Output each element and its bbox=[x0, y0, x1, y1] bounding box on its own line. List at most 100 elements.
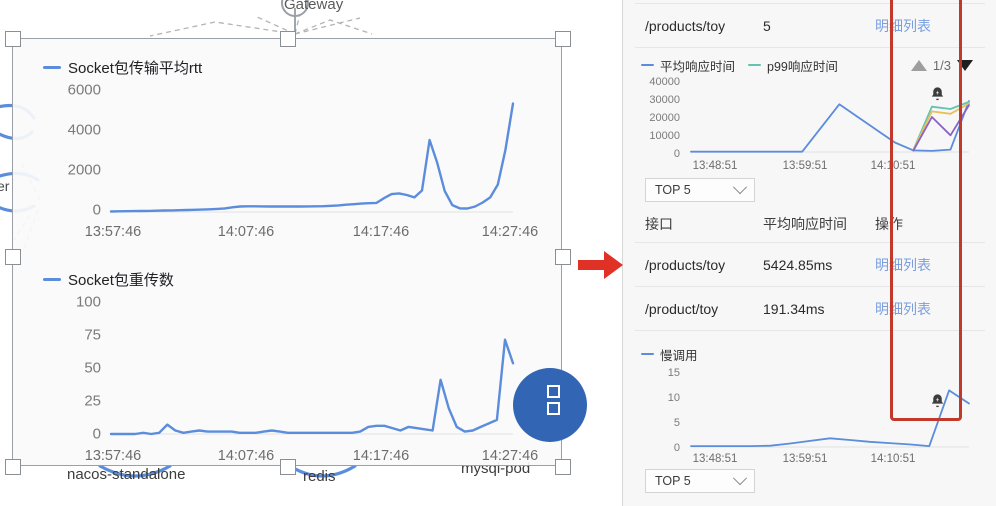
cell-value: 191.34ms bbox=[763, 300, 825, 317]
bell-alarm-icon[interactable] bbox=[929, 86, 946, 103]
avg-table-header: 接口 平均响应时间 操作 bbox=[623, 206, 996, 242]
metrics-panel-content: /products/toy 5 明细列表 平均响应时间 p99响应时间 1/3 … bbox=[623, 0, 996, 506]
detail-list-link[interactable]: 明细列表 bbox=[875, 299, 985, 319]
resize-handle-bottom-center[interactable] bbox=[280, 459, 296, 475]
y-tick: 4000 bbox=[67, 121, 101, 139]
triangle-up-icon[interactable] bbox=[910, 59, 927, 71]
detail-list-link[interactable]: 明细列表 bbox=[875, 16, 985, 36]
avg-top-selector[interactable]: TOP 5 bbox=[645, 178, 755, 202]
y-tick: 15 bbox=[667, 367, 680, 379]
y-tick: 0 bbox=[673, 148, 680, 160]
legend-line-icon bbox=[641, 352, 654, 356]
x-tick: 14:10:51 bbox=[870, 453, 916, 465]
slow-top-selector[interactable]: TOP 5 bbox=[645, 469, 755, 493]
chart-socket-retrans-xaxis: 13:57:46 14:07:46 14:17:46 14:27:46 bbox=[85, 448, 538, 468]
triangle-down-icon[interactable] bbox=[957, 59, 973, 71]
detail-list-link[interactable]: 明细列表 bbox=[875, 255, 985, 275]
chart-pager[interactable]: 1/3 bbox=[910, 57, 987, 73]
chart-slow-calls[interactable]: 慢调用 15 10 5 0 13:48:51 13:59:51 14:10:51 bbox=[623, 337, 996, 465]
chart-socket-retrans-legend: Socket包重传数 bbox=[43, 269, 561, 290]
legend-item-avg[interactable]: 平均响应时间 bbox=[641, 56, 735, 75]
chart-socket-rtt[interactable]: Socket包传输平均rtt 6000 4000 2000 0 13:57:46… bbox=[13, 57, 561, 252]
topology-canvas[interactable]: Gateway er nacos-standalone redis mysql-… bbox=[0, 0, 622, 506]
y-tick: 50 bbox=[84, 359, 101, 377]
resize-handle-top-center[interactable] bbox=[280, 31, 296, 47]
chart-socket-retrans-yaxis: 100 75 50 25 0 bbox=[35, 293, 101, 443]
y-tick: 10000 bbox=[649, 130, 680, 142]
x-tick: 14:27:46 bbox=[481, 224, 539, 240]
column-header-action: 操作 bbox=[875, 216, 903, 232]
chart-avg-response-time-header: 平均响应时间 p99响应时间 1/3 bbox=[623, 48, 996, 76]
chart-socket-retrans[interactable]: Socket包重传数 100 75 50 25 0 13:57:46 14:07… bbox=[13, 269, 561, 469]
cell-value: 5 bbox=[763, 17, 771, 34]
chart-slow-xaxis: 13:48:51 13:59:51 14:10:51 bbox=[685, 453, 979, 469]
selected-chart-group[interactable]: Socket包传输平均rtt 6000 4000 2000 0 13:57:46… bbox=[5, 31, 571, 475]
chart-avg-yaxis: 40000 30000 20000 10000 0 bbox=[623, 76, 680, 160]
cell-interface: /products/toy bbox=[645, 17, 726, 34]
chart-socket-rtt-title: Socket包传输平均rtt bbox=[68, 60, 203, 77]
resize-handle-bottom-right[interactable] bbox=[555, 459, 571, 475]
column-header-interface: 接口 bbox=[645, 216, 673, 232]
legend-item-slow[interactable]: 慢调用 bbox=[641, 345, 698, 364]
bell-alarm-icon[interactable] bbox=[929, 393, 946, 410]
chart-slow-calls-header: 慢调用 bbox=[623, 337, 996, 365]
table-row[interactable]: /products/toy 5424.85ms 明细列表 bbox=[623, 243, 996, 286]
chart-socket-rtt-legend: Socket包传输平均rtt bbox=[43, 57, 561, 78]
chevron-down-icon bbox=[732, 180, 748, 195]
chart-slow-calls-plot: 15 10 5 0 13:48:51 13:59:51 14:10:51 bbox=[623, 365, 996, 465]
chart-slow-yaxis: 15 10 5 0 bbox=[623, 365, 680, 454]
avg-top-selector-value: TOP 5 bbox=[655, 183, 691, 197]
topology-node-label-redis: redis bbox=[303, 468, 336, 485]
pager-text: 1/3 bbox=[932, 57, 951, 73]
layout-fab-button[interactable] bbox=[513, 368, 587, 442]
x-tick: 13:57:46 bbox=[84, 448, 142, 464]
cell-value: 5424.85ms bbox=[763, 256, 833, 273]
x-tick: 14:17:46 bbox=[352, 224, 410, 240]
cell-interface: /products/toy bbox=[645, 256, 726, 273]
chart-socket-rtt-yaxis: 6000 4000 2000 0 bbox=[35, 82, 101, 219]
x-tick: 14:27:46 bbox=[481, 448, 539, 464]
resize-handle-top-right[interactable] bbox=[555, 31, 571, 47]
right-arrow-icon bbox=[578, 251, 623, 279]
legend-line-icon bbox=[43, 66, 61, 69]
x-tick: 13:59:51 bbox=[782, 160, 828, 172]
column-header-value: 平均响应时间 bbox=[763, 216, 847, 232]
chart-socket-rtt-line bbox=[109, 102, 515, 213]
y-tick: 40000 bbox=[649, 76, 680, 88]
x-tick: 13:57:46 bbox=[84, 224, 142, 240]
legend-item-p99[interactable]: p99响应时间 bbox=[748, 56, 838, 75]
y-tick: 100 bbox=[75, 293, 101, 311]
chart-avg-response-time-plot: 40000 30000 20000 10000 0 13:48:51 13:59… bbox=[623, 76, 996, 172]
y-tick: 5 bbox=[673, 417, 680, 429]
y-tick: 0 bbox=[673, 442, 680, 454]
x-tick: 13:48:51 bbox=[692, 160, 738, 172]
legend-label: 慢调用 bbox=[660, 348, 698, 363]
slow-table-header: 接口 慢调用数 操作 bbox=[623, 497, 996, 506]
table-row[interactable]: /products/toy 5 明细列表 bbox=[623, 4, 996, 47]
legend-label: 平均响应时间 bbox=[660, 59, 736, 74]
chart-avg-response-time[interactable]: 平均响应时间 p99响应时间 1/3 40000 30000 20000 100… bbox=[623, 48, 996, 172]
y-tick: 10 bbox=[667, 392, 680, 404]
chart-avg-xaxis: 13:48:51 13:59:51 14:10:51 bbox=[685, 160, 979, 176]
y-tick: 25 bbox=[84, 392, 101, 410]
cell-interface: /product/toy bbox=[645, 300, 719, 317]
y-tick: 2000 bbox=[67, 161, 101, 179]
resize-handle-middle-right[interactable] bbox=[555, 249, 571, 265]
x-tick: 14:07:46 bbox=[217, 224, 275, 240]
y-tick: 75 bbox=[84, 326, 101, 344]
chevron-down-icon bbox=[732, 471, 748, 486]
x-tick: 14:10:51 bbox=[870, 160, 916, 172]
resize-handle-bottom-left[interactable] bbox=[5, 459, 21, 475]
chart-socket-retrans-line bbox=[109, 338, 515, 436]
x-tick: 13:48:51 bbox=[692, 453, 738, 465]
chart-socket-rtt-plot: 6000 4000 2000 0 13:57:46 14:07:46 14:17… bbox=[13, 82, 561, 252]
metrics-side-panel[interactable]: /products/toy 5 明细列表 平均响应时间 p99响应时间 1/3 … bbox=[622, 0, 996, 506]
topology-node-gateway-label: Gateway bbox=[284, 0, 344, 13]
table-row[interactable]: /product/toy 191.34ms 明细列表 bbox=[623, 287, 996, 330]
chart-slow-calls-lines bbox=[690, 389, 970, 448]
legend-line-icon bbox=[748, 63, 762, 67]
x-tick: 14:07:46 bbox=[217, 448, 275, 464]
resize-handle-top-left[interactable] bbox=[5, 31, 21, 47]
resize-handle-middle-left[interactable] bbox=[5, 249, 21, 265]
slow-top-selector-value: TOP 5 bbox=[655, 474, 691, 488]
